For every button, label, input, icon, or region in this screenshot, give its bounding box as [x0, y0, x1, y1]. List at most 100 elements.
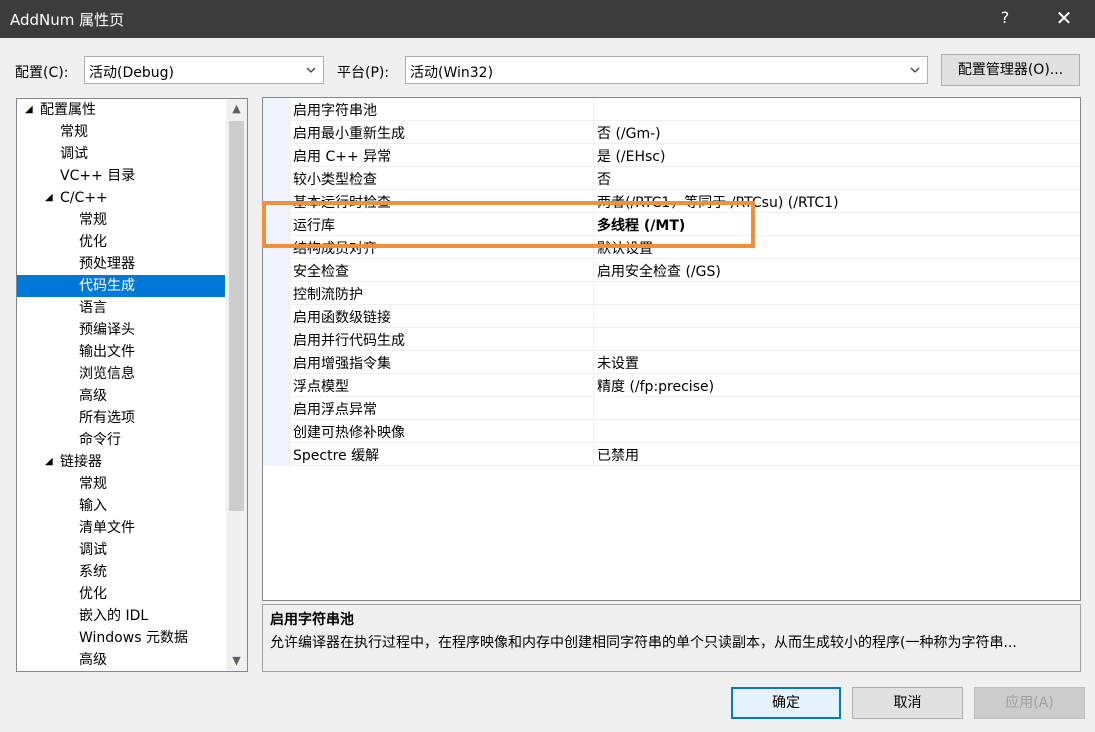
- close-button[interactable]: ✕: [1053, 6, 1075, 30]
- config-manager-button[interactable]: 配置管理器(O)...: [941, 54, 1080, 86]
- column-divider: [593, 144, 594, 167]
- apply-button[interactable]: 应用(A): [974, 687, 1085, 719]
- tree-item[interactable]: 代码生成: [17, 275, 225, 297]
- tree-item-label: 代码生成: [79, 278, 135, 294]
- property-row[interactable]: 启用 C++ 异常 是 (/EHsc): [263, 144, 1080, 167]
- tree-item[interactable]: 优化: [17, 583, 225, 605]
- property-value[interactable]: 已禁用: [597, 445, 639, 465]
- ok-button[interactable]: 确定: [731, 687, 841, 719]
- tree-item[interactable]: 预编译头: [17, 319, 225, 341]
- tree-item[interactable]: 所有选项: [17, 407, 225, 429]
- tree-item[interactable]: VC++ 目录: [17, 165, 225, 187]
- column-divider: [593, 190, 594, 213]
- property-value[interactable]: 两者(/RTC1，等同于 /RTCsu) (/RTC1): [597, 192, 839, 212]
- tree-item-label: VC++ 目录: [60, 168, 136, 184]
- property-value[interactable]: 否: [597, 169, 611, 189]
- expand-toggle-icon[interactable]: ◢: [45, 451, 53, 473]
- tree-item-label: 预编译头: [79, 322, 135, 338]
- tree-item-label: 高级: [79, 652, 107, 668]
- tree-scrollbar[interactable]: ▲ ▼: [226, 99, 247, 671]
- column-divider: [593, 98, 594, 121]
- property-row[interactable]: 启用增强指令集 未设置: [263, 351, 1080, 374]
- config-select[interactable]: 活动(Debug): [84, 56, 324, 84]
- tree-item[interactable]: 语言: [17, 297, 225, 319]
- property-value[interactable]: 默认设置: [597, 238, 653, 258]
- tree-item[interactable]: 优化: [17, 231, 225, 253]
- expand-toggle-icon[interactable]: ◢: [25, 99, 33, 121]
- row-margin: [263, 167, 291, 190]
- property-row[interactable]: 启用最小重新生成 否 (/Gm-): [263, 121, 1080, 144]
- scroll-down-icon[interactable]: ▼: [226, 651, 247, 671]
- property-row[interactable]: 创建可热修补映像: [263, 420, 1080, 443]
- help-button[interactable]: ?: [995, 8, 1015, 27]
- property-value[interactable]: 是 (/EHsc): [597, 146, 665, 166]
- tree-item[interactable]: 浏览信息: [17, 363, 225, 385]
- column-divider: [593, 282, 594, 305]
- tree-item[interactable]: 调试: [17, 539, 225, 561]
- tree-item[interactable]: ◢ C/C++: [17, 187, 225, 209]
- tree-item[interactable]: ◢ 配置属性: [17, 99, 225, 121]
- property-row[interactable]: 运行库 多线程 (/MT): [263, 213, 1080, 236]
- tree-item[interactable]: 嵌入的 IDL: [17, 605, 225, 627]
- property-name: 控制流防护: [293, 287, 363, 303]
- tree-item[interactable]: 输出文件: [17, 341, 225, 363]
- tree-item[interactable]: 系统: [17, 561, 225, 583]
- tree-item-label: 清单文件: [79, 520, 135, 536]
- property-row[interactable]: 控制流防护: [263, 282, 1080, 305]
- row-margin: [263, 397, 291, 420]
- property-row[interactable]: 结构成员对齐 默认设置: [263, 236, 1080, 259]
- description-title: 启用字符串池: [270, 612, 354, 628]
- property-name: 安全检查: [293, 264, 349, 280]
- column-divider: [593, 443, 594, 466]
- tree-item-label: 输入: [79, 498, 107, 514]
- property-row[interactable]: 基本运行时检查 两者(/RTC1，等同于 /RTCsu) (/RTC1): [263, 190, 1080, 213]
- row-margin: [263, 351, 291, 374]
- platform-select[interactable]: 活动(Win32): [405, 56, 928, 84]
- window-title: AddNum 属性页: [10, 11, 125, 29]
- tree-item[interactable]: 常规: [17, 473, 225, 495]
- tree-item[interactable]: 调试: [17, 143, 225, 165]
- chevron-down-icon: [910, 67, 920, 73]
- property-row[interactable]: 启用字符串池: [263, 98, 1080, 121]
- tree-item-label: 系统: [79, 564, 107, 580]
- property-grid: 启用字符串池 启用最小重新生成 否 (/Gm-) 启用 C++ 异常 是 (/EHsc)…: [262, 97, 1081, 601]
- scroll-up-icon[interactable]: ▲: [226, 99, 247, 119]
- tree-item[interactable]: 清单文件: [17, 517, 225, 539]
- property-row[interactable]: 启用并行代码生成: [263, 328, 1080, 351]
- tree-item-label: 嵌入的 IDL: [79, 608, 149, 624]
- expand-toggle-icon[interactable]: ◢: [45, 187, 53, 209]
- property-name: 浮点模型: [293, 379, 349, 395]
- tree-item[interactable]: 输入: [17, 495, 225, 517]
- tree-item-label: 命令行: [79, 432, 121, 448]
- property-value[interactable]: 未设置: [597, 353, 639, 373]
- config-value: 活动(Debug): [89, 65, 174, 81]
- column-divider: [593, 236, 594, 259]
- property-value[interactable]: 否 (/Gm-): [597, 123, 661, 143]
- tree-item-label: 调试: [79, 542, 107, 558]
- tree-item[interactable]: 高级: [17, 649, 225, 671]
- property-row[interactable]: 启用函数级链接: [263, 305, 1080, 328]
- tree-item[interactable]: ◢ 链接器: [17, 451, 225, 473]
- property-value[interactable]: 精度 (/fp:precise): [597, 376, 714, 396]
- property-row[interactable]: 安全检查 启用安全检查 (/GS): [263, 259, 1080, 282]
- tree-item[interactable]: 常规: [17, 121, 225, 143]
- tree-item[interactable]: 预处理器: [17, 253, 225, 275]
- property-row[interactable]: 较小类型检查 否: [263, 167, 1080, 190]
- tree-item[interactable]: 常规: [17, 209, 225, 231]
- row-margin: [263, 213, 291, 236]
- property-row[interactable]: 启用浮点异常: [263, 397, 1080, 420]
- column-divider: [593, 328, 594, 351]
- tree-item[interactable]: 命令行: [17, 429, 225, 451]
- column-divider: [593, 213, 594, 236]
- property-name: 基本运行时检查: [293, 195, 391, 211]
- cancel-button[interactable]: 取消: [852, 687, 963, 719]
- property-row[interactable]: 浮点模型 精度 (/fp:precise): [263, 374, 1080, 397]
- tree-item[interactable]: Windows 元数据: [17, 627, 225, 649]
- tree-item[interactable]: 高级: [17, 385, 225, 407]
- property-row[interactable]: Spectre 缓解 已禁用: [263, 443, 1080, 466]
- property-name: 启用增强指令集: [293, 356, 391, 372]
- column-divider: [593, 259, 594, 282]
- scroll-thumb[interactable]: [229, 121, 244, 511]
- property-value[interactable]: 多线程 (/MT): [597, 215, 685, 235]
- property-value[interactable]: 启用安全检查 (/GS): [597, 261, 721, 281]
